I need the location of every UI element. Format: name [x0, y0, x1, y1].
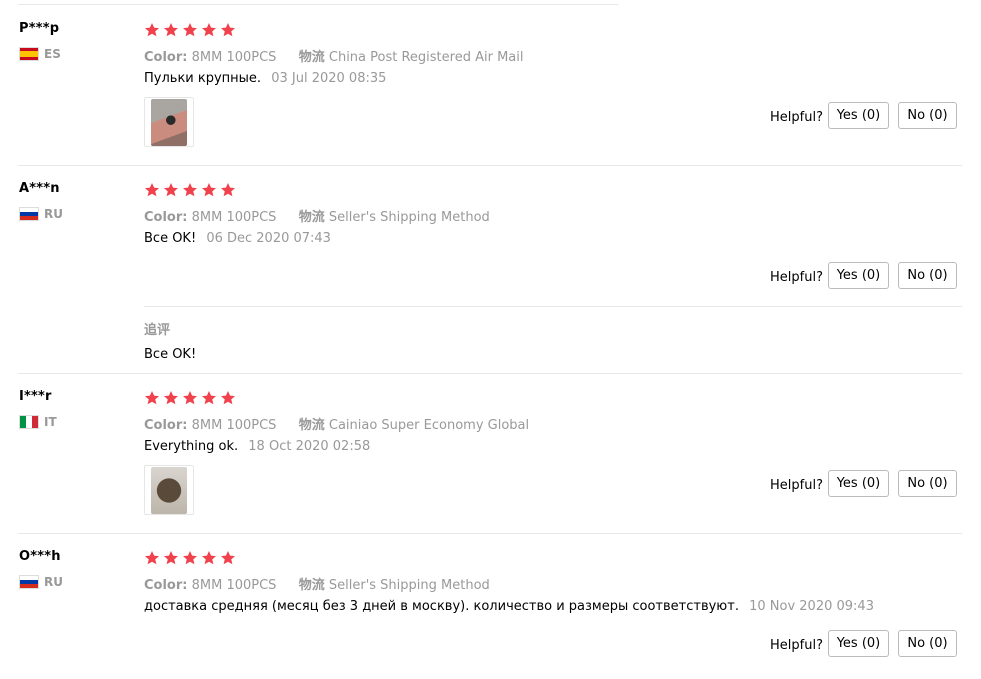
- helpful-yes-button[interactable]: Yes (0): [828, 262, 889, 289]
- review-photo-thumbnail[interactable]: [144, 97, 194, 147]
- color-key: Color:: [144, 210, 188, 225]
- star-icon: [163, 22, 179, 38]
- review-content: доставка средняя (месяц без 3 дней в мос…: [144, 599, 874, 614]
- review-photo: [151, 98, 187, 146]
- shipping-key: 物流: [298, 578, 325, 593]
- star-icon: [220, 390, 236, 406]
- star-icon: [220, 550, 236, 566]
- shipping-key: 物流: [298, 210, 325, 225]
- reviewer-country: ES: [19, 47, 61, 61]
- review-item: A***n RU Color: 8MM 100PCS 物流 Seller's S…: [0, 181, 981, 376]
- color-key: Color:: [144, 578, 188, 593]
- review-date: 10 Nov 2020 09:43: [749, 599, 874, 614]
- review-content: Все OK! 06 Dec 2020 07:43: [144, 231, 331, 246]
- review-divider: [18, 373, 962, 374]
- star-icon: [144, 550, 160, 566]
- shipping-key: 物流: [298, 418, 325, 433]
- review-text: доставка средняя (месяц без 3 дней в мос…: [144, 599, 739, 614]
- helpful-label: Helpful?: [770, 110, 823, 125]
- helpful-yes-button[interactable]: Yes (0): [828, 630, 889, 657]
- color-value: 8MM 100PCS: [191, 418, 277, 433]
- review-content: Пульки крупные. 03 Jul 2020 08:35: [144, 71, 386, 86]
- review-photo-thumbnail[interactable]: [144, 465, 194, 515]
- review-date: 18 Oct 2020 02:58: [248, 439, 371, 454]
- helpful-no-button[interactable]: No (0): [898, 262, 957, 289]
- shipping-method: Cainiao Super Economy Global: [328, 418, 530, 433]
- review-text: Все OK!: [144, 231, 197, 246]
- reviewer-name: I***r: [19, 389, 52, 404]
- star-icon: [144, 182, 160, 198]
- review-content: Everything ok. 18 Oct 2020 02:58: [144, 439, 370, 454]
- followup-divider: [144, 306, 962, 307]
- country-code: ES: [44, 47, 61, 61]
- reviewer-name: A***n: [19, 181, 60, 196]
- followup-label: 追评: [144, 323, 171, 338]
- star-icon: [201, 390, 217, 406]
- star-icon: [144, 22, 160, 38]
- color-value: 8MM 100PCS: [191, 578, 277, 593]
- color-value: 8MM 100PCS: [191, 50, 277, 65]
- russia-flag-icon: [19, 575, 39, 589]
- review-date: 03 Jul 2020 08:35: [271, 71, 387, 86]
- reviewer-country: IT: [19, 415, 57, 429]
- country-code: IT: [44, 415, 57, 429]
- helpful-no-button[interactable]: No (0): [898, 630, 957, 657]
- italy-flag-icon: [19, 415, 39, 429]
- helpful-yes-button[interactable]: Yes (0): [828, 470, 889, 497]
- star-icon: [163, 182, 179, 198]
- helpful-label: Helpful?: [770, 478, 823, 493]
- star-icon: [163, 390, 179, 406]
- review-photo: [151, 466, 187, 514]
- star-icon: [182, 390, 198, 406]
- star-icon: [201, 550, 217, 566]
- star-rating: [144, 182, 239, 198]
- review-text: Пульки крупные.: [144, 71, 262, 86]
- purchase-info: Color: 8MM 100PCS 物流 Seller's Shipping M…: [144, 206, 490, 225]
- top-divider: [18, 4, 618, 5]
- shipping-method: Seller's Shipping Method: [328, 210, 490, 225]
- star-icon: [182, 182, 198, 198]
- star-icon: [182, 22, 198, 38]
- country-code: RU: [44, 575, 63, 589]
- helpful-label: Helpful?: [770, 270, 823, 285]
- review-item: I***r IT Color: 8MM 100PCS 物流 Cainiao Su…: [0, 389, 981, 534]
- star-icon: [144, 390, 160, 406]
- color-key: Color:: [144, 418, 188, 433]
- shipping-key: 物流: [298, 50, 325, 65]
- star-icon: [163, 550, 179, 566]
- star-icon: [182, 550, 198, 566]
- reviewer-country: RU: [19, 575, 63, 589]
- star-rating: [144, 550, 239, 566]
- russia-flag-icon: [19, 207, 39, 221]
- review-divider: [18, 533, 962, 534]
- star-icon: [220, 182, 236, 198]
- shipping-method: China Post Registered Air Mail: [328, 50, 524, 65]
- color-value: 8MM 100PCS: [191, 210, 277, 225]
- purchase-info: Color: 8MM 100PCS 物流 Seller's Shipping M…: [144, 574, 490, 593]
- helpful-no-button[interactable]: No (0): [898, 102, 957, 129]
- purchase-info: Color: 8MM 100PCS 物流 China Post Register…: [144, 46, 523, 65]
- shipping-method: Seller's Shipping Method: [328, 578, 490, 593]
- purchase-info: Color: 8MM 100PCS 物流 Cainiao Super Econo…: [144, 414, 529, 433]
- star-icon: [220, 22, 236, 38]
- country-code: RU: [44, 207, 63, 221]
- followup-text: Все OK!: [144, 347, 197, 362]
- reviewer-name: O***h: [19, 549, 61, 564]
- reviewer-country: RU: [19, 207, 63, 221]
- review-text: Everything ok.: [144, 439, 239, 454]
- star-icon: [201, 22, 217, 38]
- review-divider: [18, 165, 962, 166]
- star-rating: [144, 390, 239, 406]
- spain-flag-icon: [19, 47, 39, 61]
- star-icon: [201, 182, 217, 198]
- reviewer-name: P***p: [19, 21, 60, 36]
- review-date: 06 Dec 2020 07:43: [206, 231, 331, 246]
- helpful-yes-button[interactable]: Yes (0): [828, 102, 889, 129]
- helpful-no-button[interactable]: No (0): [898, 470, 957, 497]
- helpful-label: Helpful?: [770, 638, 823, 653]
- star-rating: [144, 22, 239, 38]
- review-item: O***h RU Color: 8MM 100PCS 物流 Seller's S…: [0, 549, 981, 679]
- color-key: Color:: [144, 50, 188, 65]
- review-item: P***p ES Color: 8MM 100PCS 物流 China Post…: [0, 21, 981, 166]
